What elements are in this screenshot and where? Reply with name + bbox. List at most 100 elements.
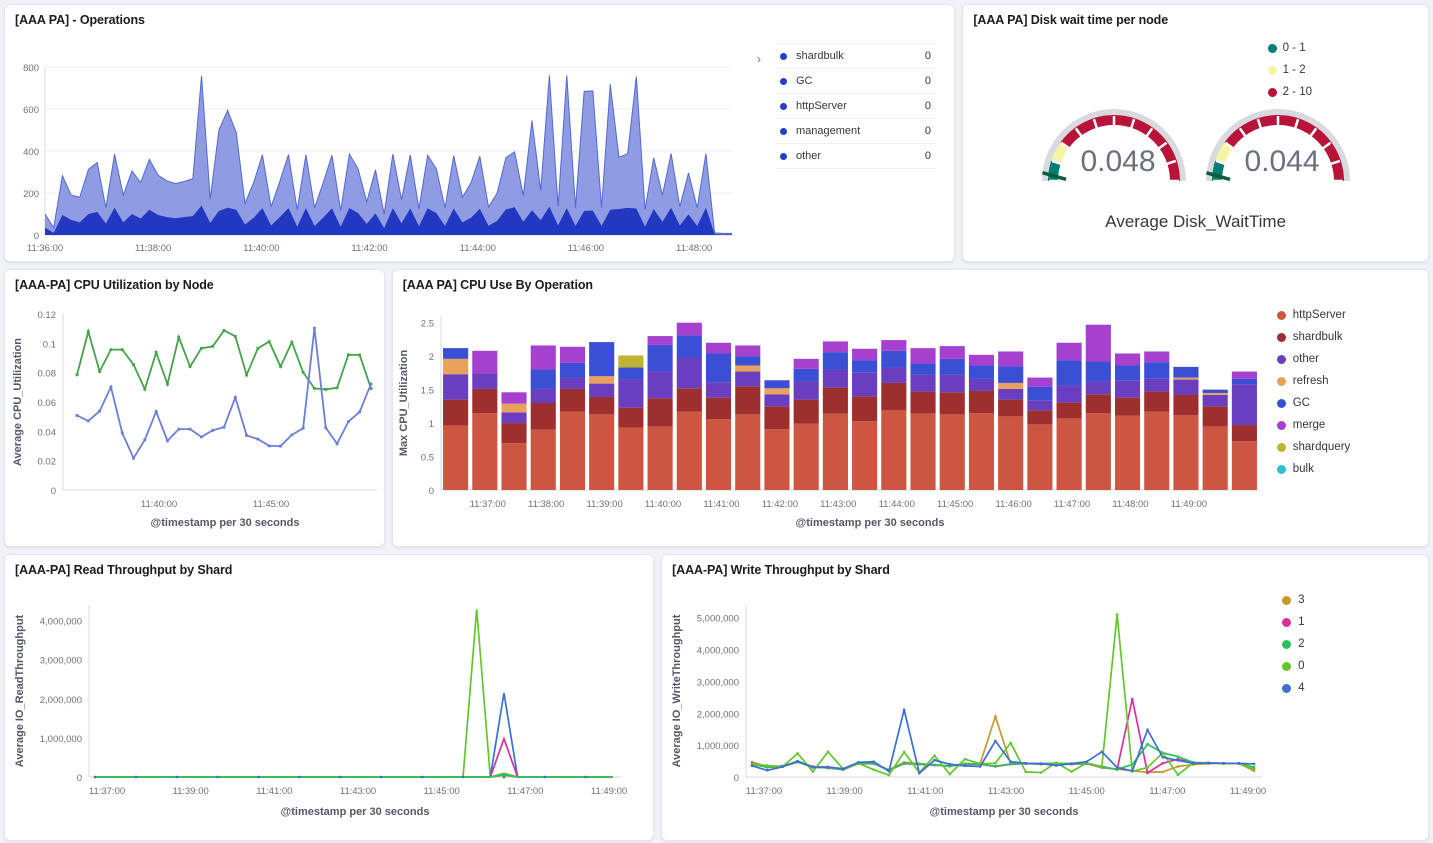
legend-item[interactable]: 3 — [1282, 589, 1304, 611]
bar-segment-shardbulk[interactable] — [969, 391, 994, 413]
legend-item[interactable]: httpServer — [1277, 304, 1351, 326]
bar-segment-merge[interactable] — [735, 345, 760, 356]
bar-segment-shardbulk[interactable] — [589, 397, 614, 414]
bar-segment-shardbulk[interactable] — [1144, 392, 1169, 412]
bar-segment-refresh[interactable] — [735, 366, 760, 372]
bar-segment-httpServer[interactable] — [1115, 416, 1140, 490]
bar-segment-other[interactable] — [1027, 400, 1052, 410]
bar-segment-httpServer[interactable] — [1027, 424, 1052, 490]
bar-segment-shardbulk[interactable] — [1232, 425, 1257, 441]
bar-segment-httpServer[interactable] — [706, 419, 731, 490]
bar-segment-shardbulk[interactable] — [1115, 398, 1140, 416]
bar-segment-httpServer[interactable] — [443, 426, 468, 490]
bar-segment-other[interactable] — [472, 374, 497, 389]
bar-segment-shardbulk[interactable] — [1173, 395, 1198, 415]
bar-segment-other[interactable] — [1232, 384, 1257, 425]
bar-segment-merge[interactable] — [823, 341, 848, 352]
bar-segment-GC[interactable] — [443, 348, 468, 359]
bar-segment-httpServer[interactable] — [618, 428, 643, 490]
bar-segment-merge[interactable] — [910, 348, 935, 363]
bar-segment-httpServer[interactable] — [1144, 412, 1169, 490]
bar-segment-httpServer[interactable] — [998, 416, 1023, 490]
bar-segment-GC[interactable] — [1232, 379, 1257, 384]
bar-segment-httpServer[interactable] — [1085, 413, 1110, 490]
bar-segment-httpServer[interactable] — [1202, 426, 1227, 490]
bar-segment-shardbulk[interactable] — [735, 386, 760, 414]
operations-legend-row[interactable]: management0 — [775, 119, 937, 144]
bar-segment-merge[interactable] — [1085, 325, 1110, 362]
bar-segment-other[interactable] — [1056, 386, 1081, 403]
bar-segment-shardbulk[interactable] — [764, 406, 789, 429]
bar-segment-other[interactable] — [1173, 380, 1198, 395]
bar-segment-refresh[interactable] — [764, 388, 789, 394]
bar-segment-httpServer[interactable] — [881, 410, 906, 490]
bar-segment-other[interactable] — [589, 384, 614, 397]
cpu-by-node-line-chart[interactable]: 00.020.040.060.080.10.1211:40:0011:45:00… — [5, 292, 384, 544]
bar-segment-httpServer[interactable] — [939, 414, 964, 490]
bar-segment-httpServer[interactable] — [969, 413, 994, 490]
bar-segment-other[interactable] — [501, 412, 526, 423]
bar-segment-refresh[interactable] — [1202, 393, 1227, 395]
bar-segment-refresh[interactable] — [589, 376, 614, 383]
legend-item[interactable]: merge — [1277, 414, 1351, 436]
bar-segment-merge[interactable] — [793, 359, 818, 369]
bar-segment-merge[interactable] — [998, 351, 1023, 366]
bar-segment-GC[interactable] — [530, 370, 555, 389]
bar-segment-shardbulk[interactable] — [823, 388, 848, 414]
bar-segment-GC[interactable] — [676, 335, 701, 357]
bar-segment-httpServer[interactable] — [764, 429, 789, 490]
bar-segment-merge[interactable] — [1115, 353, 1140, 365]
legend-item[interactable]: shardbulk — [1277, 326, 1351, 348]
bar-segment-other[interactable] — [618, 380, 643, 408]
legend-item[interactable]: other — [1277, 348, 1351, 370]
bar-segment-shardbulk[interactable] — [1056, 402, 1081, 418]
legend-item[interactable]: 4 — [1282, 677, 1304, 699]
bar-segment-GC[interactable] — [969, 366, 994, 379]
bar-segment-shardbulk[interactable] — [560, 389, 585, 412]
bar-segment-merge[interactable] — [852, 349, 877, 360]
bar-segment-other[interactable] — [1144, 378, 1169, 391]
bar-segment-merge[interactable] — [560, 347, 585, 363]
bar-segment-httpServer[interactable] — [589, 414, 614, 490]
bar-segment-GC[interactable] — [589, 342, 614, 376]
bar-segment-shardbulk[interactable] — [1085, 394, 1110, 413]
operations-legend-row[interactable]: other0 — [775, 144, 937, 169]
bar-segment-other[interactable] — [764, 394, 789, 406]
bar-segment-merge[interactable] — [472, 351, 497, 374]
bar-segment-httpServer[interactable] — [472, 413, 497, 490]
bar-segment-shardbulk[interactable] — [530, 403, 555, 430]
bar-segment-shardbulk[interactable] — [647, 398, 672, 426]
bar-segment-other[interactable] — [969, 379, 994, 391]
bar-segment-refresh[interactable] — [501, 404, 526, 413]
bar-segment-shardbulk[interactable] — [998, 400, 1023, 417]
bar-segment-GC[interactable] — [647, 345, 672, 372]
bar-segment-other[interactable] — [560, 378, 585, 389]
bar-segment-other[interactable] — [530, 389, 555, 403]
bar-segment-merge[interactable] — [501, 392, 526, 403]
bar-segment-merge[interactable] — [939, 346, 964, 359]
bar-segment-other[interactable] — [735, 372, 760, 387]
bar-segment-GC[interactable] — [910, 364, 935, 375]
bar-segment-httpServer[interactable] — [1056, 418, 1081, 490]
bar-segment-GC[interactable] — [998, 366, 1023, 383]
bar-segment-shardbulk[interactable] — [618, 408, 643, 428]
bar-segment-shardbulk[interactable] — [1027, 410, 1052, 424]
bar-segment-GC[interactable] — [1085, 362, 1110, 382]
operations-legend-row[interactable]: httpServer0 — [775, 94, 937, 119]
legend-item[interactable]: bulk — [1277, 458, 1351, 480]
bar-segment-other[interactable] — [998, 389, 1023, 400]
legend-item[interactable]: refresh — [1277, 370, 1351, 392]
bar-segment-httpServer[interactable] — [501, 443, 526, 490]
bar-segment-other[interactable] — [793, 382, 818, 400]
bar-segment-httpServer[interactable] — [1173, 415, 1198, 490]
bar-segment-merge[interactable] — [1027, 378, 1052, 387]
bar-segment-shardbulk[interactable] — [939, 392, 964, 414]
bar-segment-refresh[interactable] — [998, 383, 1023, 389]
bar-segment-merge[interactable] — [1056, 343, 1081, 360]
bar-segment-httpServer[interactable] — [530, 430, 555, 490]
bar-segment-other[interactable] — [706, 382, 731, 397]
gauge[interactable]: 0.048 — [1039, 95, 1189, 187]
bar-segment-GC[interactable] — [706, 353, 731, 382]
bar-segment-GC[interactable] — [1027, 387, 1052, 400]
legend-item[interactable]: 1 — [1282, 611, 1304, 633]
